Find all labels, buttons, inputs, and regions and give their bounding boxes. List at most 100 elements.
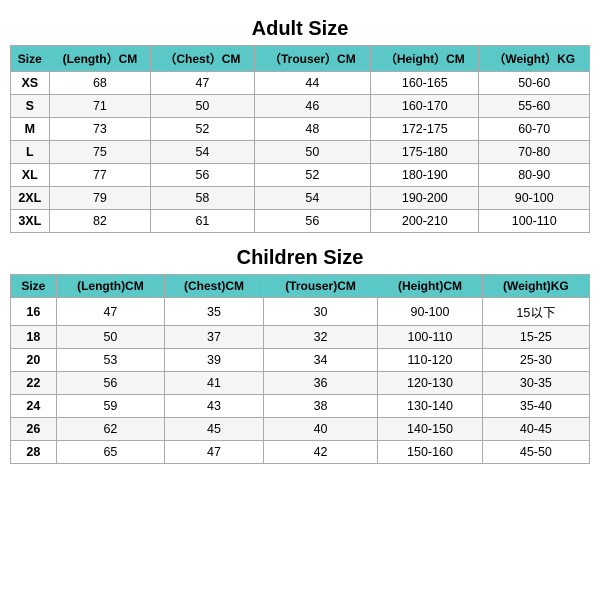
data-cell: 190-200 (371, 187, 479, 210)
data-cell: 58 (151, 187, 254, 210)
table-row: M735248172-17560-70 (11, 118, 590, 141)
table-row: 2XL795854190-20090-100 (11, 187, 590, 210)
data-cell: 52 (254, 164, 371, 187)
adult-col-header: （Height）CM (371, 46, 479, 72)
table-row: S715046160-17055-60 (11, 95, 590, 118)
table-row: 22564136120-13030-35 (11, 372, 590, 395)
children-size-table: Size(Length)CM(Chest)CM(Trouser)CM(Heigh… (10, 274, 590, 464)
data-cell: 50 (151, 95, 254, 118)
data-cell: 50 (254, 141, 371, 164)
data-cell: 90-100 (479, 187, 590, 210)
data-cell: 62 (56, 418, 164, 441)
table-row: 1647353090-10015以下 (11, 298, 590, 326)
adult-col-header: Size (11, 46, 50, 72)
data-cell: 25-30 (482, 349, 589, 372)
data-cell: 160-165 (371, 72, 479, 95)
size-cell: S (11, 95, 50, 118)
children-col-header: (Height)CM (378, 275, 483, 298)
adult-size-title: Adult Size (252, 18, 349, 41)
table-row: 28654742150-16045-50 (11, 441, 590, 464)
data-cell: 56 (56, 372, 164, 395)
size-cell: XS (11, 72, 50, 95)
children-col-header: (Length)CM (56, 275, 164, 298)
data-cell: 150-160 (378, 441, 483, 464)
data-cell: 50-60 (479, 72, 590, 95)
data-cell: 56 (254, 210, 371, 233)
data-cell: 130-140 (378, 395, 483, 418)
adult-col-header: （Chest）CM (151, 46, 254, 72)
data-cell: 30 (263, 298, 377, 326)
data-cell: 39 (165, 349, 264, 372)
data-cell: 56 (151, 164, 254, 187)
table-row: XL775652180-19080-90 (11, 164, 590, 187)
table-row: 26624540140-15040-45 (11, 418, 590, 441)
data-cell: 180-190 (371, 164, 479, 187)
data-cell: 43 (165, 395, 264, 418)
data-cell: 35 (165, 298, 264, 326)
data-cell: 59 (56, 395, 164, 418)
data-cell: 175-180 (371, 141, 479, 164)
table-row: L755450175-18070-80 (11, 141, 590, 164)
size-cell: 24 (11, 395, 57, 418)
table-row: 18503732100-11015-25 (11, 326, 590, 349)
data-cell: 32 (263, 326, 377, 349)
size-cell: 3XL (11, 210, 50, 233)
children-size-title: Children Size (237, 247, 364, 270)
children-col-header: Size (11, 275, 57, 298)
data-cell: 65 (56, 441, 164, 464)
adult-col-header: （Trouser）CM (254, 46, 371, 72)
data-cell: 80-90 (479, 164, 590, 187)
data-cell: 41 (165, 372, 264, 395)
data-cell: 47 (165, 441, 264, 464)
data-cell: 200-210 (371, 210, 479, 233)
data-cell: 140-150 (378, 418, 483, 441)
data-cell: 90-100 (378, 298, 483, 326)
data-cell: 47 (56, 298, 164, 326)
data-cell: 71 (49, 95, 151, 118)
data-cell: 35-40 (482, 395, 589, 418)
data-cell: 47 (151, 72, 254, 95)
data-cell: 160-170 (371, 95, 479, 118)
children-col-header: (Chest)CM (165, 275, 264, 298)
size-cell: 18 (11, 326, 57, 349)
data-cell: 50 (56, 326, 164, 349)
size-cell: 22 (11, 372, 57, 395)
data-cell: 110-120 (378, 349, 483, 372)
data-cell: 37 (165, 326, 264, 349)
size-cell: XL (11, 164, 50, 187)
data-cell: 100-110 (479, 210, 590, 233)
data-cell: 54 (151, 141, 254, 164)
data-cell: 15-25 (482, 326, 589, 349)
size-cell: 28 (11, 441, 57, 464)
adult-col-header: （Weight）KG (479, 46, 590, 72)
data-cell: 34 (263, 349, 377, 372)
data-cell: 55-60 (479, 95, 590, 118)
size-cell: 20 (11, 349, 57, 372)
data-cell: 79 (49, 187, 151, 210)
data-cell: 15以下 (482, 298, 589, 326)
data-cell: 38 (263, 395, 377, 418)
children-col-header: (Weight)KG (482, 275, 589, 298)
data-cell: 70-80 (479, 141, 590, 164)
children-col-header: (Trouser)CM (263, 275, 377, 298)
size-cell: 16 (11, 298, 57, 326)
data-cell: 68 (49, 72, 151, 95)
data-cell: 100-110 (378, 326, 483, 349)
data-cell: 30-35 (482, 372, 589, 395)
table-row: 20533934110-12025-30 (11, 349, 590, 372)
size-cell: L (11, 141, 50, 164)
data-cell: 46 (254, 95, 371, 118)
size-cell: 2XL (11, 187, 50, 210)
data-cell: 54 (254, 187, 371, 210)
data-cell: 48 (254, 118, 371, 141)
size-cell: 26 (11, 418, 57, 441)
data-cell: 45 (165, 418, 264, 441)
size-cell: M (11, 118, 50, 141)
data-cell: 40 (263, 418, 377, 441)
data-cell: 82 (49, 210, 151, 233)
data-cell: 53 (56, 349, 164, 372)
table-row: XS684744160-16550-60 (11, 72, 590, 95)
data-cell: 120-130 (378, 372, 483, 395)
data-cell: 61 (151, 210, 254, 233)
data-cell: 77 (49, 164, 151, 187)
